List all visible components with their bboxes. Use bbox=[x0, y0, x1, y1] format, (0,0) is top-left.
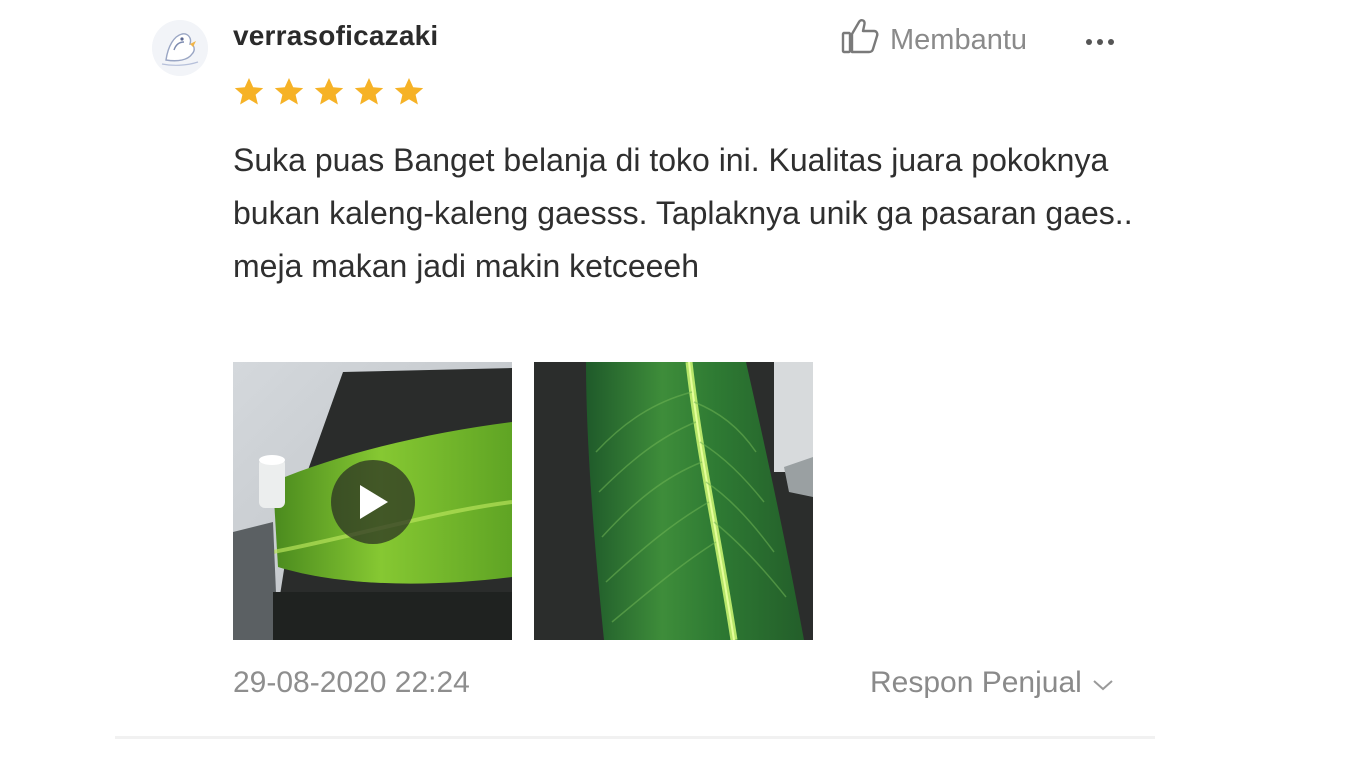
reviewer-username: verrasoficazaki bbox=[233, 20, 439, 51]
avatar[interactable] bbox=[152, 20, 208, 76]
helpful-label: Membantu bbox=[890, 23, 1028, 56]
divider bbox=[115, 736, 1155, 739]
star-icon bbox=[394, 78, 424, 105]
review-text: Suka puas Banget belanja di toko ini. Ku… bbox=[233, 142, 1133, 284]
thumbs-up-icon bbox=[840, 16, 880, 64]
more-options-button[interactable] bbox=[1080, 22, 1120, 62]
seller-response-toggle[interactable]: Respon Penjual bbox=[870, 666, 1114, 700]
review-photo-thumbnail[interactable] bbox=[534, 362, 813, 640]
more-dot bbox=[1086, 39, 1092, 45]
star-icon bbox=[234, 78, 264, 105]
star-icon bbox=[314, 78, 344, 105]
review-timestamp: 29-08-2020 22:24 bbox=[233, 666, 470, 699]
review-video-thumbnail[interactable] bbox=[233, 362, 512, 640]
seller-response-label: Respon Penjual bbox=[870, 666, 1082, 699]
review-card: verrasoficazaki Membantu Suka puas Bange… bbox=[0, 0, 1366, 768]
star-icon bbox=[354, 78, 384, 105]
star-rating bbox=[233, 76, 425, 108]
play-icon[interactable] bbox=[331, 460, 415, 544]
helpful-button[interactable]: Membantu bbox=[840, 18, 1027, 62]
chevron-down-icon bbox=[1092, 666, 1114, 700]
star-icon bbox=[274, 78, 304, 105]
more-dot bbox=[1108, 39, 1114, 45]
photo-image bbox=[534, 362, 813, 640]
more-dot bbox=[1097, 39, 1103, 45]
